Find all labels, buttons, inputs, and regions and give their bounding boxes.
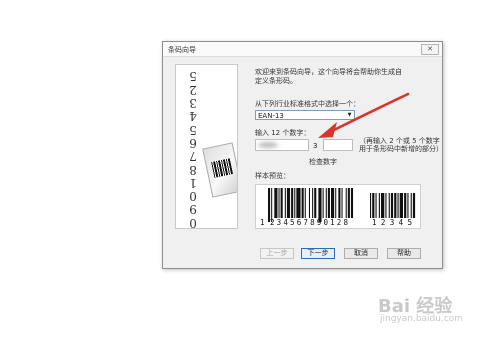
cancel-button[interactable]: 取消 <box>344 248 378 259</box>
barcode-bar <box>284 188 286 218</box>
blurred-digits <box>256 141 280 149</box>
barcode-addon-bar <box>370 193 372 218</box>
barcode-bar <box>327 188 330 218</box>
barcode-addon-bar <box>397 193 399 218</box>
illustration-digit: 4 <box>189 109 197 124</box>
barcode-bar <box>280 188 283 218</box>
illustration-digit: 3 <box>189 95 197 110</box>
digits-label: 输入 12 个数字： <box>255 129 311 137</box>
barcode-bar <box>278 188 280 218</box>
barcode-addon-bar <box>375 193 377 218</box>
barcode-addon-bar <box>390 193 394 218</box>
barcode-bar <box>308 188 310 218</box>
close-button[interactable]: ✕ <box>421 44 439 55</box>
format-select-value: EAN-13 <box>258 112 284 120</box>
barcode-bar <box>345 188 347 218</box>
intro-text: 欢迎来到条码向导，这个向导将会帮助你生成自定义条形码。 <box>255 68 402 85</box>
preview-label: 样本预览： <box>255 172 290 180</box>
barcode-addon-bar <box>394 193 397 218</box>
barcode-bar <box>296 188 301 218</box>
check-digit-label: 检查数字 <box>309 158 337 166</box>
title-bar: 条码向导 ✕ <box>163 42 442 57</box>
barcode-bar <box>341 188 343 218</box>
help-button[interactable]: 帮助 <box>387 248 421 259</box>
barcode-bar <box>338 188 341 218</box>
barcode-bar <box>291 188 294 218</box>
back-button[interactable]: 上一步 <box>260 248 294 259</box>
barcode-addon-bar <box>407 193 409 218</box>
barcode-bar <box>331 188 335 218</box>
illustration-digit: 6 <box>189 135 197 150</box>
barcode-bar <box>301 188 304 218</box>
chevron-down-icon[interactable]: ▼ <box>346 112 353 118</box>
window-title: 条码向导 <box>168 46 196 54</box>
barcode-leading-digit: 1 <box>260 218 265 227</box>
barcode-addon-bar <box>404 193 407 218</box>
barcode-main-digits: 234567890128 <box>270 218 348 227</box>
barcode-bar <box>325 188 327 218</box>
illustration-digit: 7 <box>189 149 197 164</box>
barcode-addon-bar <box>372 193 375 218</box>
barcode-addon-bar <box>378 193 380 218</box>
wizard-illustration: 9 0 9 0 1 8 7 6 5 4 3 2 5 <box>175 64 238 229</box>
barcode-bar <box>312 188 314 218</box>
barcode-addon-bar <box>385 193 387 218</box>
barcode-wizard-dialog: 条码向导 ✕ 9 0 9 0 1 8 7 6 5 4 3 2 5 欢迎来到条码向… <box>162 41 443 269</box>
illustration-digit: 9 <box>189 202 197 217</box>
barcode-preview-graphic: 1 234567890128 12345 <box>260 188 416 227</box>
illustration-digit: 8 <box>189 162 197 177</box>
check-digit-value: 3 <box>313 142 318 150</box>
barcode-bar <box>335 188 337 218</box>
illustration-digit: 5 <box>189 122 197 137</box>
barcode-bar <box>322 188 324 218</box>
barcode-sheet-icon <box>202 142 237 198</box>
barcode-bar <box>286 188 291 218</box>
illustration-digit: 0 <box>189 215 197 229</box>
watermark: Bai 经验 jingyan.baidu.com <box>342 292 482 332</box>
barcode-bar <box>268 188 271 222</box>
illustration-digits: 9 0 9 0 1 8 7 6 5 4 3 2 5 <box>186 69 200 229</box>
barcode-bars-icon <box>211 158 234 178</box>
barcode-preview: 1 234567890128 12345 <box>255 184 421 229</box>
watermark-url: jingyan.baidu.com <box>380 314 464 324</box>
illustration-digit: 5 <box>189 69 197 84</box>
barcode-bar <box>314 188 317 218</box>
illustration-digit: 2 <box>189 82 197 97</box>
barcode-bar <box>304 188 306 218</box>
barcode-addon-digits: 12345 <box>372 218 412 227</box>
illustration-digit: 1 <box>189 175 197 190</box>
addon-hint: （再输入 2 个或 5 个数字 用于条形码中新增的部分） <box>359 137 443 153</box>
format-label: 从下列行业标准格式中选择一个： <box>255 100 360 108</box>
addon-hint-line: （再输入 2 个或 5 个数字 <box>359 137 440 145</box>
barcode-bar <box>274 188 278 218</box>
barcode-bar <box>350 188 354 218</box>
barcode-addon-bar <box>399 193 403 218</box>
addon-digits-input[interactable] <box>323 139 353 151</box>
addon-hint-line: 用于条形码中新增的部分） <box>359 145 443 153</box>
illustration-digit: 0 <box>189 188 197 203</box>
next-button[interactable]: 下一步 <box>301 248 335 259</box>
format-select[interactable]: EAN-13 ▼ <box>255 110 355 120</box>
barcode-bar <box>294 188 296 218</box>
barcode-addon-bar <box>410 193 412 218</box>
barcode-addon-bar <box>412 193 416 218</box>
barcode-bar <box>271 188 273 222</box>
barcode-bar <box>318 188 322 222</box>
barcode-addon-bar <box>381 193 385 218</box>
barcode-addon-bar <box>388 193 390 218</box>
barcode-bar <box>347 188 350 218</box>
